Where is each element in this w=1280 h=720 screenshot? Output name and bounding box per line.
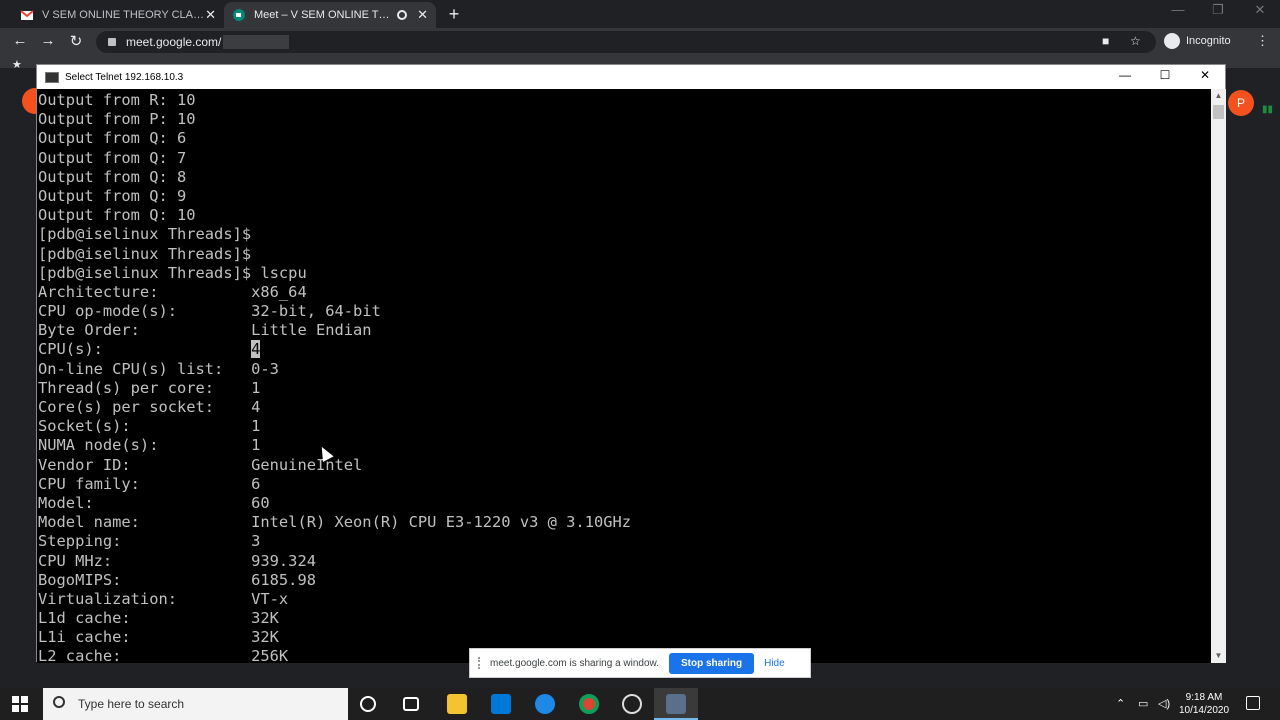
star-icon[interactable]: ☆ <box>1130 34 1141 48</box>
back-icon[interactable]: ← <box>10 32 30 49</box>
mail-icon[interactable] <box>491 694 511 714</box>
terminal-line: [pdb@iselinux Threads]$ lscpu <box>38 263 307 282</box>
telnet-taskbar-button[interactable] <box>654 688 698 720</box>
camera-icon[interactable]: ■ <box>1102 34 1109 48</box>
gmail-icon <box>20 10 34 20</box>
browser-tab-strip: V SEM ONLINE THEORY CLASSES ✕ Meet – V S… <box>0 0 1280 28</box>
forward-icon[interactable]: → <box>38 32 58 49</box>
url-text: meet.google.com/ <box>126 35 222 49</box>
cortana-icon[interactable] <box>360 696 376 712</box>
file-explorer-icon[interactable] <box>447 694 467 714</box>
lock-icon <box>108 38 116 46</box>
volume-icon[interactable]: ◁) <box>1158 697 1170 710</box>
redacted-url <box>223 35 290 49</box>
close-window-icon[interactable]: ✕ <box>1240 2 1280 18</box>
terminal-line: Core(s) per socket: 4 <box>38 398 261 416</box>
telnet-maximize-icon[interactable]: ☐ <box>1145 68 1185 82</box>
chrome-icon[interactable] <box>579 694 599 714</box>
user-avatar[interactable]: P <box>1228 90 1254 116</box>
terminal-line: CPU op-mode(s): 32-bit, 64-bit <box>38 302 381 321</box>
system-clock[interactable]: 9:18 AM 10/14/2020 <box>1172 691 1236 717</box>
tab-meet[interactable]: Meet – V SEM ONLINE THEORY ✕ <box>224 2 436 28</box>
close-icon[interactable]: ✕ <box>417 7 428 23</box>
terminal-line: Output from R: 10 <box>38 91 196 109</box>
incognito-label: Incognito <box>1186 35 1231 47</box>
recording-icon <box>397 10 408 20</box>
tab-title: V SEM ONLINE THEORY CLASSES <box>42 9 206 21</box>
menu-icon[interactable]: ⋮ <box>1256 33 1269 49</box>
terminal-line: CPU family: 6 <box>38 474 261 493</box>
telnet-close-icon[interactable]: ✕ <box>1185 68 1225 82</box>
terminal-line: [pdb@iselinux Threads]$ <box>38 225 252 244</box>
console-icon <box>45 71 59 83</box>
sharing-message: meet.google.com is sharing a window. <box>490 657 659 669</box>
terminal-line: Output from Q: 7 <box>38 148 187 167</box>
terminal-line: Output from P: 10 <box>38 110 196 129</box>
terminal-line: Model name: Intel(R) Xeon(R) CPU E3-1220… <box>38 513 632 532</box>
taskbar-search-box[interactable]: Type here to search <box>43 688 348 720</box>
search-icon <box>53 696 65 708</box>
reload-icon[interactable]: ↻ <box>66 32 86 50</box>
terminal-line: Architecture: x86_64 <box>38 282 307 301</box>
telnet-app-icon <box>666 694 686 714</box>
tray-chevron-icon[interactable]: ⌃ <box>1116 697 1125 710</box>
task-view-icon[interactable] <box>403 697 419 711</box>
terminal-line: Output from Q: 6 <box>38 129 187 148</box>
clock-time: 9:18 AM <box>1185 692 1223 703</box>
windows-start-icon[interactable] <box>12 696 28 712</box>
terminal-line: Vendor ID: GenuineIntel <box>38 455 363 474</box>
hide-button[interactable]: Hide <box>764 658 785 669</box>
meet-icon <box>233 9 245 21</box>
tab-title: Meet – V SEM ONLINE THEORY <box>254 9 397 21</box>
telnet-titlebar[interactable]: Select Telnet 192.168.10.3 <box>37 65 1225 89</box>
terminal-line: NUMA node(s): 1 <box>38 436 261 455</box>
terminal-line: Output from Q: 10 <box>38 206 196 225</box>
stop-sharing-button[interactable]: Stop sharing <box>668 652 755 674</box>
terminal-line: Stepping: 3 <box>38 532 261 551</box>
terminal-line: Thread(s) per core: 1 <box>38 378 261 397</box>
incognito-icon <box>1164 33 1180 49</box>
scroll-up-icon[interactable]: ▲ <box>1211 89 1226 103</box>
address-bar[interactable]: meet.google.com/ <box>96 31 1156 53</box>
terminal-line: Byte Order: Little Endian <box>38 321 372 340</box>
screen-sharing-bar: meet.google.com is sharing a window. Sto… <box>469 648 811 678</box>
terminal-line: Output from Q: 8 <box>38 167 187 186</box>
terminal-line: Socket(s): 1 <box>38 417 261 436</box>
notification-icon[interactable] <box>1246 696 1260 710</box>
text-cursor: 4 <box>251 340 261 359</box>
obs-icon[interactable] <box>622 694 642 714</box>
terminal-line: L1d cache: 32K <box>38 609 279 628</box>
audio-level-icon: ▮▮ <box>1262 104 1274 115</box>
scroll-thumb[interactable] <box>1213 105 1224 119</box>
windows-taskbar: Type here to search ⌃ ▭ ◁) 9:18 AM 10/14… <box>0 688 1280 720</box>
terminal-line: CPU(s): 4 <box>38 340 261 359</box>
terminal-line: Output from Q: 9 <box>38 186 187 205</box>
telnet-title: Select Telnet 192.168.10.3 <box>65 71 184 83</box>
terminal-line: L1i cache: 32K <box>38 628 279 647</box>
tab-gmail[interactable]: V SEM ONLINE THEORY CLASSES ✕ <box>12 2 224 28</box>
maximize-icon[interactable]: ❐ <box>1198 2 1238 18</box>
telnet-minimize-icon[interactable]: — <box>1105 68 1145 82</box>
terminal-line: [pdb@iselinux Threads]$ <box>38 244 252 263</box>
drag-handle-icon[interactable] <box>478 657 484 669</box>
terminal-line: Virtualization: VT-x <box>38 589 289 608</box>
browser-toolbar: ← → ↻ meet.google.com/ ■ ☆ Incognito ⋮ <box>0 28 1280 56</box>
terminal-line: Model: 60 <box>38 493 270 512</box>
terminal-output[interactable]: Output from R: 10 Output from P: 10 Output… <box>37 89 1211 663</box>
edge-icon[interactable] <box>535 694 555 714</box>
network-icon[interactable]: ▭ <box>1138 697 1148 710</box>
terminal-line: CPU MHz: 939.324 <box>38 551 316 570</box>
scroll-down-icon[interactable]: ▼ <box>1211 649 1226 663</box>
clock-date: 10/14/2020 <box>1178 705 1230 716</box>
incognito-indicator[interactable]: Incognito <box>1164 33 1231 49</box>
terminal-line: BogoMIPS: 6185.98 <box>38 570 316 589</box>
new-tab-button[interactable]: + <box>444 4 464 25</box>
close-icon[interactable]: ✕ <box>205 7 216 23</box>
search-placeholder: Type here to search <box>78 697 185 711</box>
terminal-line: On-line CPU(s) list: 0-3 <box>38 359 279 378</box>
minimize-icon[interactable]: — <box>1158 2 1198 17</box>
telnet-window[interactable]: Select Telnet 192.168.10.3 — ☐ ✕ Output … <box>36 64 1226 663</box>
vertical-scrollbar[interactable]: ▲ ▼ <box>1211 89 1226 663</box>
